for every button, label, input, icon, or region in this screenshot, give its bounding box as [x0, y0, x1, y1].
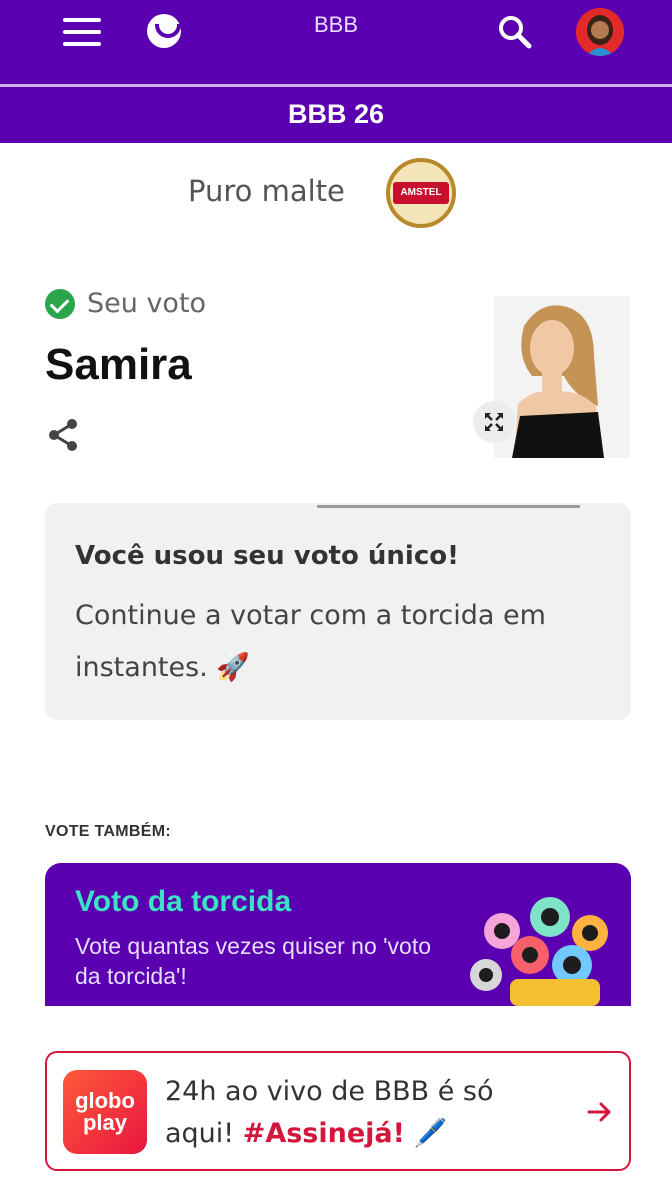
sponsor-text: Puro malte — [188, 174, 345, 208]
vote-status-label: Seu voto — [87, 288, 207, 319]
sponsor-logo[interactable]: AMSTEL — [386, 158, 456, 228]
top-app-bar: BBB — [0, 0, 672, 84]
voto-torcida-description: Vote quantas vezes quiser no 'voto da to… — [75, 933, 432, 989]
card-progress-bar — [317, 505, 580, 508]
banner-text-suffix: 🖊️ — [404, 1118, 448, 1149]
expand-icon — [485, 413, 503, 431]
eye-characters-illustration — [450, 893, 630, 1006]
globoplay-logo-line1: globo — [75, 1088, 135, 1113]
program-bar: BBB 26 — [0, 87, 672, 143]
check-icon — [45, 289, 75, 319]
globoplay-logo: globo play — [63, 1070, 147, 1154]
expand-photo-button[interactable] — [473, 401, 515, 443]
program-title: BBB 26 — [287, 99, 385, 129]
card-body: Continue a votar com a torcida em instan… — [75, 600, 546, 683]
sponsor-logo-text: AMSTEL — [393, 182, 449, 204]
card-title: Você usou seu voto único! — [75, 541, 459, 571]
vote-also-label: VOTE TAMBÉM: — [45, 823, 171, 840]
globoplay-banner[interactable]: globo play 24h ao vivo de BBB é só aqui!… — [45, 1051, 631, 1171]
search-icon[interactable] — [497, 14, 533, 50]
banner-hashtag: #Assinejá! — [242, 1118, 405, 1149]
voto-torcida-title: Voto da torcida — [75, 885, 292, 918]
share-icon[interactable] — [46, 417, 82, 453]
voto-torcida-card[interactable]: Voto da torcida Vote quantas vezes quise… — [45, 863, 631, 1006]
arrow-right-icon[interactable] — [585, 1097, 615, 1127]
candidate-name: Samira — [45, 340, 192, 389]
globoplay-banner-text: 24h ao vivo de BBB é só aqui! #Assinejá!… — [165, 1071, 565, 1155]
top-bar-title: BBB — [313, 12, 359, 37]
user-avatar[interactable] — [576, 8, 624, 56]
globoplay-logo-line2: play — [82, 1110, 128, 1135]
